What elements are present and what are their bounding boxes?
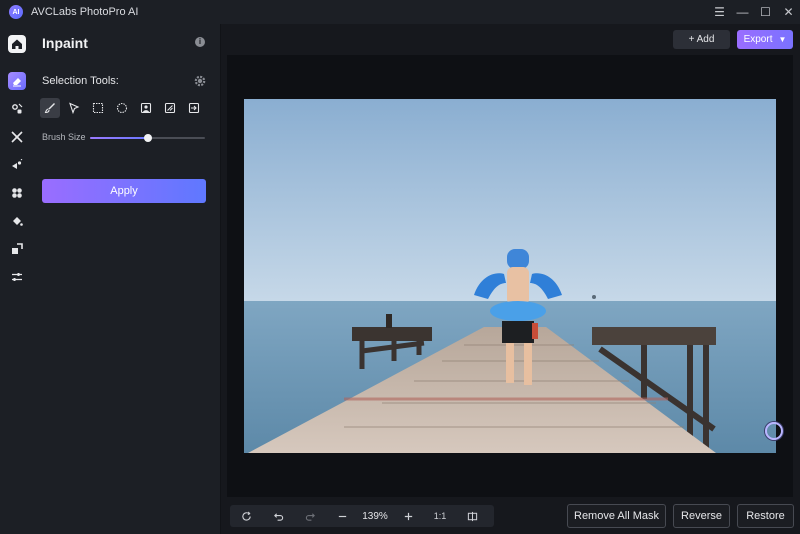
brush-size-slider[interactable]	[90, 134, 205, 142]
photo-preview[interactable]	[244, 99, 776, 453]
zoom-out-button[interactable]	[326, 505, 358, 527]
info-icon[interactable]: i	[195, 37, 205, 47]
reverse-button[interactable]: Reverse	[673, 504, 730, 528]
eraser-icon	[13, 78, 21, 87]
tool-rail	[0, 24, 34, 534]
face-tool-button[interactable]	[0, 97, 34, 121]
magic-select-icon	[164, 102, 176, 114]
view-toolbar: 139% 1:1	[230, 505, 494, 527]
selection-tools	[40, 98, 208, 118]
undo-icon	[273, 512, 283, 521]
brush-tool[interactable]	[40, 98, 60, 118]
zoom-in-button[interactable]	[392, 505, 424, 527]
minus-icon	[338, 515, 346, 517]
auto-select-tool[interactable]	[160, 98, 180, 118]
menu-icon[interactable]: ☰	[708, 0, 731, 24]
resize-icon	[12, 243, 23, 254]
apply-button[interactable]: Apply	[42, 179, 206, 203]
window-controls: ☰ — ☐ ✕	[708, 0, 800, 24]
zoom-level: 139%	[362, 510, 388, 522]
colorize-tool-button[interactable]	[0, 153, 34, 177]
redo-button[interactable]	[294, 505, 326, 527]
redo-icon	[305, 512, 315, 521]
import-icon	[188, 102, 200, 114]
title-bar: AI AVCLabs PhotoPro AI ☰ — ☐ ✕	[0, 0, 800, 24]
export-label: Export	[743, 34, 773, 45]
fill-tool-button[interactable]	[0, 209, 34, 233]
cursor-arrow-icon	[69, 102, 80, 114]
restore-button[interactable]: Restore	[737, 504, 794, 528]
paint-bucket-icon	[13, 217, 23, 226]
add-button[interactable]: + Add	[673, 30, 730, 49]
background-tool-button[interactable]	[0, 181, 34, 205]
chevron-down-icon: ▼	[778, 35, 787, 44]
sliders-icon	[12, 273, 22, 281]
inpaint-panel: Inpaint i Selection Tools: Brush Size Ap…	[34, 24, 220, 534]
import-mask-tool[interactable]	[184, 98, 204, 118]
brush-size-fill	[90, 137, 148, 139]
plus-icon	[404, 512, 412, 520]
face-enhance-icon	[12, 103, 23, 114]
panel-title: Inpaint	[42, 35, 88, 51]
home-icon	[12, 39, 22, 49]
rectangle-select-icon	[92, 102, 104, 114]
pier-photo	[244, 99, 776, 453]
reset-view-button[interactable]	[230, 505, 262, 527]
export-button[interactable]: Export ▼	[737, 30, 793, 49]
selection-tools-label: Selection Tools:	[42, 75, 119, 87]
panel-divider	[220, 24, 221, 534]
brush-icon	[44, 103, 55, 114]
compare-button[interactable]	[456, 505, 488, 527]
undo-button[interactable]	[262, 505, 294, 527]
ellipse-select-tool[interactable]	[112, 98, 132, 118]
app-title: AVCLabs PhotoPro AI	[31, 6, 139, 18]
spotlight-icon	[12, 159, 23, 169]
adjust-tool-button[interactable]	[0, 265, 34, 289]
fan-icon	[12, 188, 22, 198]
portrait-icon	[140, 102, 152, 114]
gear-icon[interactable]	[194, 75, 206, 87]
portrait-select-tool[interactable]	[136, 98, 156, 118]
resize-tool-button[interactable]	[0, 237, 34, 261]
rectangle-select-tool[interactable]	[88, 98, 108, 118]
actual-size-button[interactable]: 1:1	[424, 505, 456, 527]
minimize-icon[interactable]: —	[731, 0, 754, 24]
polygon-lasso-tool[interactable]	[64, 98, 84, 118]
home-button[interactable]	[0, 32, 34, 56]
brush-size-handle[interactable]	[143, 134, 152, 142]
app-logo: AI	[9, 5, 23, 19]
maximize-icon[interactable]: ☐	[754, 0, 777, 24]
close-icon[interactable]: ✕	[777, 0, 800, 24]
upscale-tool-button[interactable]	[0, 125, 34, 149]
inpaint-tool-button[interactable]	[0, 69, 34, 93]
compare-icon	[467, 511, 477, 521]
ellipse-select-icon	[116, 102, 128, 114]
refresh-icon	[241, 511, 251, 521]
brush-size-label: Brush Size	[42, 132, 86, 142]
image-canvas[interactable]	[227, 55, 793, 497]
expand-arrows-icon	[11, 131, 23, 143]
remove-all-mask-button[interactable]: Remove All Mask	[567, 504, 666, 528]
brush-cursor	[765, 422, 783, 440]
